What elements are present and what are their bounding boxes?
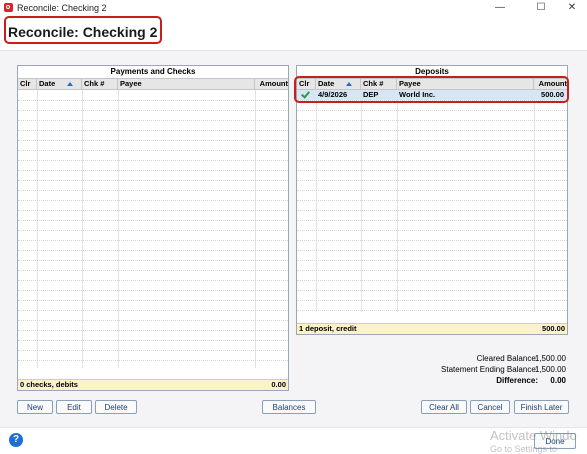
- row-divider: [297, 300, 567, 301]
- row-divider: [18, 140, 288, 141]
- row-divider: [18, 150, 288, 151]
- payments-panel-title: Payments and Checks: [110, 67, 196, 76]
- row-divider: [18, 110, 288, 111]
- row-divider: [18, 210, 288, 211]
- cleared-balance-value: 1,500.00: [534, 354, 566, 363]
- row-divider: [18, 220, 288, 221]
- row-divider: [18, 330, 288, 331]
- row-divider: [18, 200, 288, 201]
- row-divider: [18, 250, 288, 251]
- row-divider: [297, 140, 567, 141]
- row-divider: [18, 270, 288, 271]
- row-divider: [18, 290, 288, 291]
- row-divider: [297, 260, 567, 261]
- row-divider: [297, 250, 567, 251]
- row-divider: [297, 180, 567, 181]
- col-chk[interactable]: Chk #: [82, 79, 118, 89]
- payments-footer: 0 checks, debits 0.00: [18, 379, 288, 390]
- payments-column-header: Clr Date Chk # Payee Amount: [18, 78, 288, 90]
- row-divider: [297, 270, 567, 271]
- quicken-app-icon: [4, 3, 13, 12]
- row-divider: [18, 280, 288, 281]
- row-divider: [297, 280, 567, 281]
- row-divider: [297, 120, 567, 121]
- close-button[interactable]: ✕: [557, 0, 587, 16]
- window-title: Reconcile: Checking 2: [17, 3, 107, 13]
- row-divider: [18, 350, 288, 351]
- row-divider: [18, 160, 288, 161]
- delete-button[interactable]: Delete: [95, 400, 137, 414]
- row-divider: [297, 210, 567, 211]
- help-icon[interactable]: ?: [9, 433, 23, 447]
- deposits-panel: Deposits Clr Date Chk # Payee Amount 4/9…: [296, 65, 568, 335]
- row-divider: [18, 360, 288, 361]
- payments-total: 0.00: [271, 380, 286, 389]
- clear-all-button[interactable]: Clear All: [421, 400, 467, 414]
- row-divider: [18, 190, 288, 191]
- row-divider: [18, 240, 288, 241]
- row-divider: [18, 100, 288, 101]
- row-divider: [297, 110, 567, 111]
- row-divider: [297, 190, 567, 191]
- row-divider: [297, 310, 567, 311]
- row-divider: [18, 180, 288, 181]
- row-divider: [297, 220, 567, 221]
- maximize-button[interactable]: ☐: [526, 0, 556, 16]
- difference-value: 0.00: [550, 376, 566, 385]
- row-divider: [297, 160, 567, 161]
- finish-later-button[interactable]: Finish Later: [514, 400, 569, 414]
- row-divider: [297, 230, 567, 231]
- row-divider: [297, 130, 567, 131]
- new-button[interactable]: New: [17, 400, 53, 414]
- activate-windows-watermark: Activate Windo: [490, 428, 577, 443]
- row-divider: [18, 230, 288, 231]
- col-clr[interactable]: Clr: [18, 79, 37, 89]
- col-amount[interactable]: Amount: [255, 79, 290, 89]
- row-divider: [18, 340, 288, 341]
- statement-ending-balance-value: 1,500.00: [534, 365, 566, 374]
- row-divider: [297, 290, 567, 291]
- statement-ending-balance-label: Statement Ending Balance:: [441, 365, 538, 374]
- row-divider: [18, 120, 288, 121]
- minimize-button[interactable]: —: [485, 0, 515, 16]
- row-divider: [297, 240, 567, 241]
- row-divider: [297, 200, 567, 201]
- row-divider: [18, 170, 288, 171]
- row-divider: [18, 320, 288, 321]
- cancel-button[interactable]: Cancel: [470, 400, 510, 414]
- deposits-total: 500.00: [542, 324, 565, 333]
- row-divider: [18, 130, 288, 131]
- col-date-label: Date: [39, 79, 56, 88]
- edit-button[interactable]: Edit: [56, 400, 92, 414]
- sort-ascending-icon: [67, 82, 73, 86]
- deposit-row-highlight-box: [294, 76, 569, 103]
- deposits-footer: 1 deposit, credit 500.00: [297, 323, 567, 334]
- row-divider: [297, 170, 567, 171]
- row-divider: [18, 300, 288, 301]
- row-divider: [18, 310, 288, 311]
- balances-button[interactable]: Balances: [262, 400, 316, 414]
- difference-label: Difference:: [496, 376, 538, 385]
- window-titlebar: Reconcile: Checking 2 — ☐ ✕: [0, 0, 587, 16]
- col-date[interactable]: Date: [37, 79, 82, 89]
- row-divider: [297, 150, 567, 151]
- payments-count: 0 checks, debits: [20, 380, 78, 389]
- deposits-count: 1 deposit, credit: [299, 324, 357, 333]
- page-title: Reconcile: Checking 2: [8, 24, 158, 40]
- cleared-balance-label: Cleared Balance:: [476, 354, 538, 363]
- payments-checks-panel: Payments and Checks Clr Date Chk # Payee…: [17, 65, 289, 391]
- row-divider: [18, 260, 288, 261]
- col-payee[interactable]: Payee: [118, 79, 255, 89]
